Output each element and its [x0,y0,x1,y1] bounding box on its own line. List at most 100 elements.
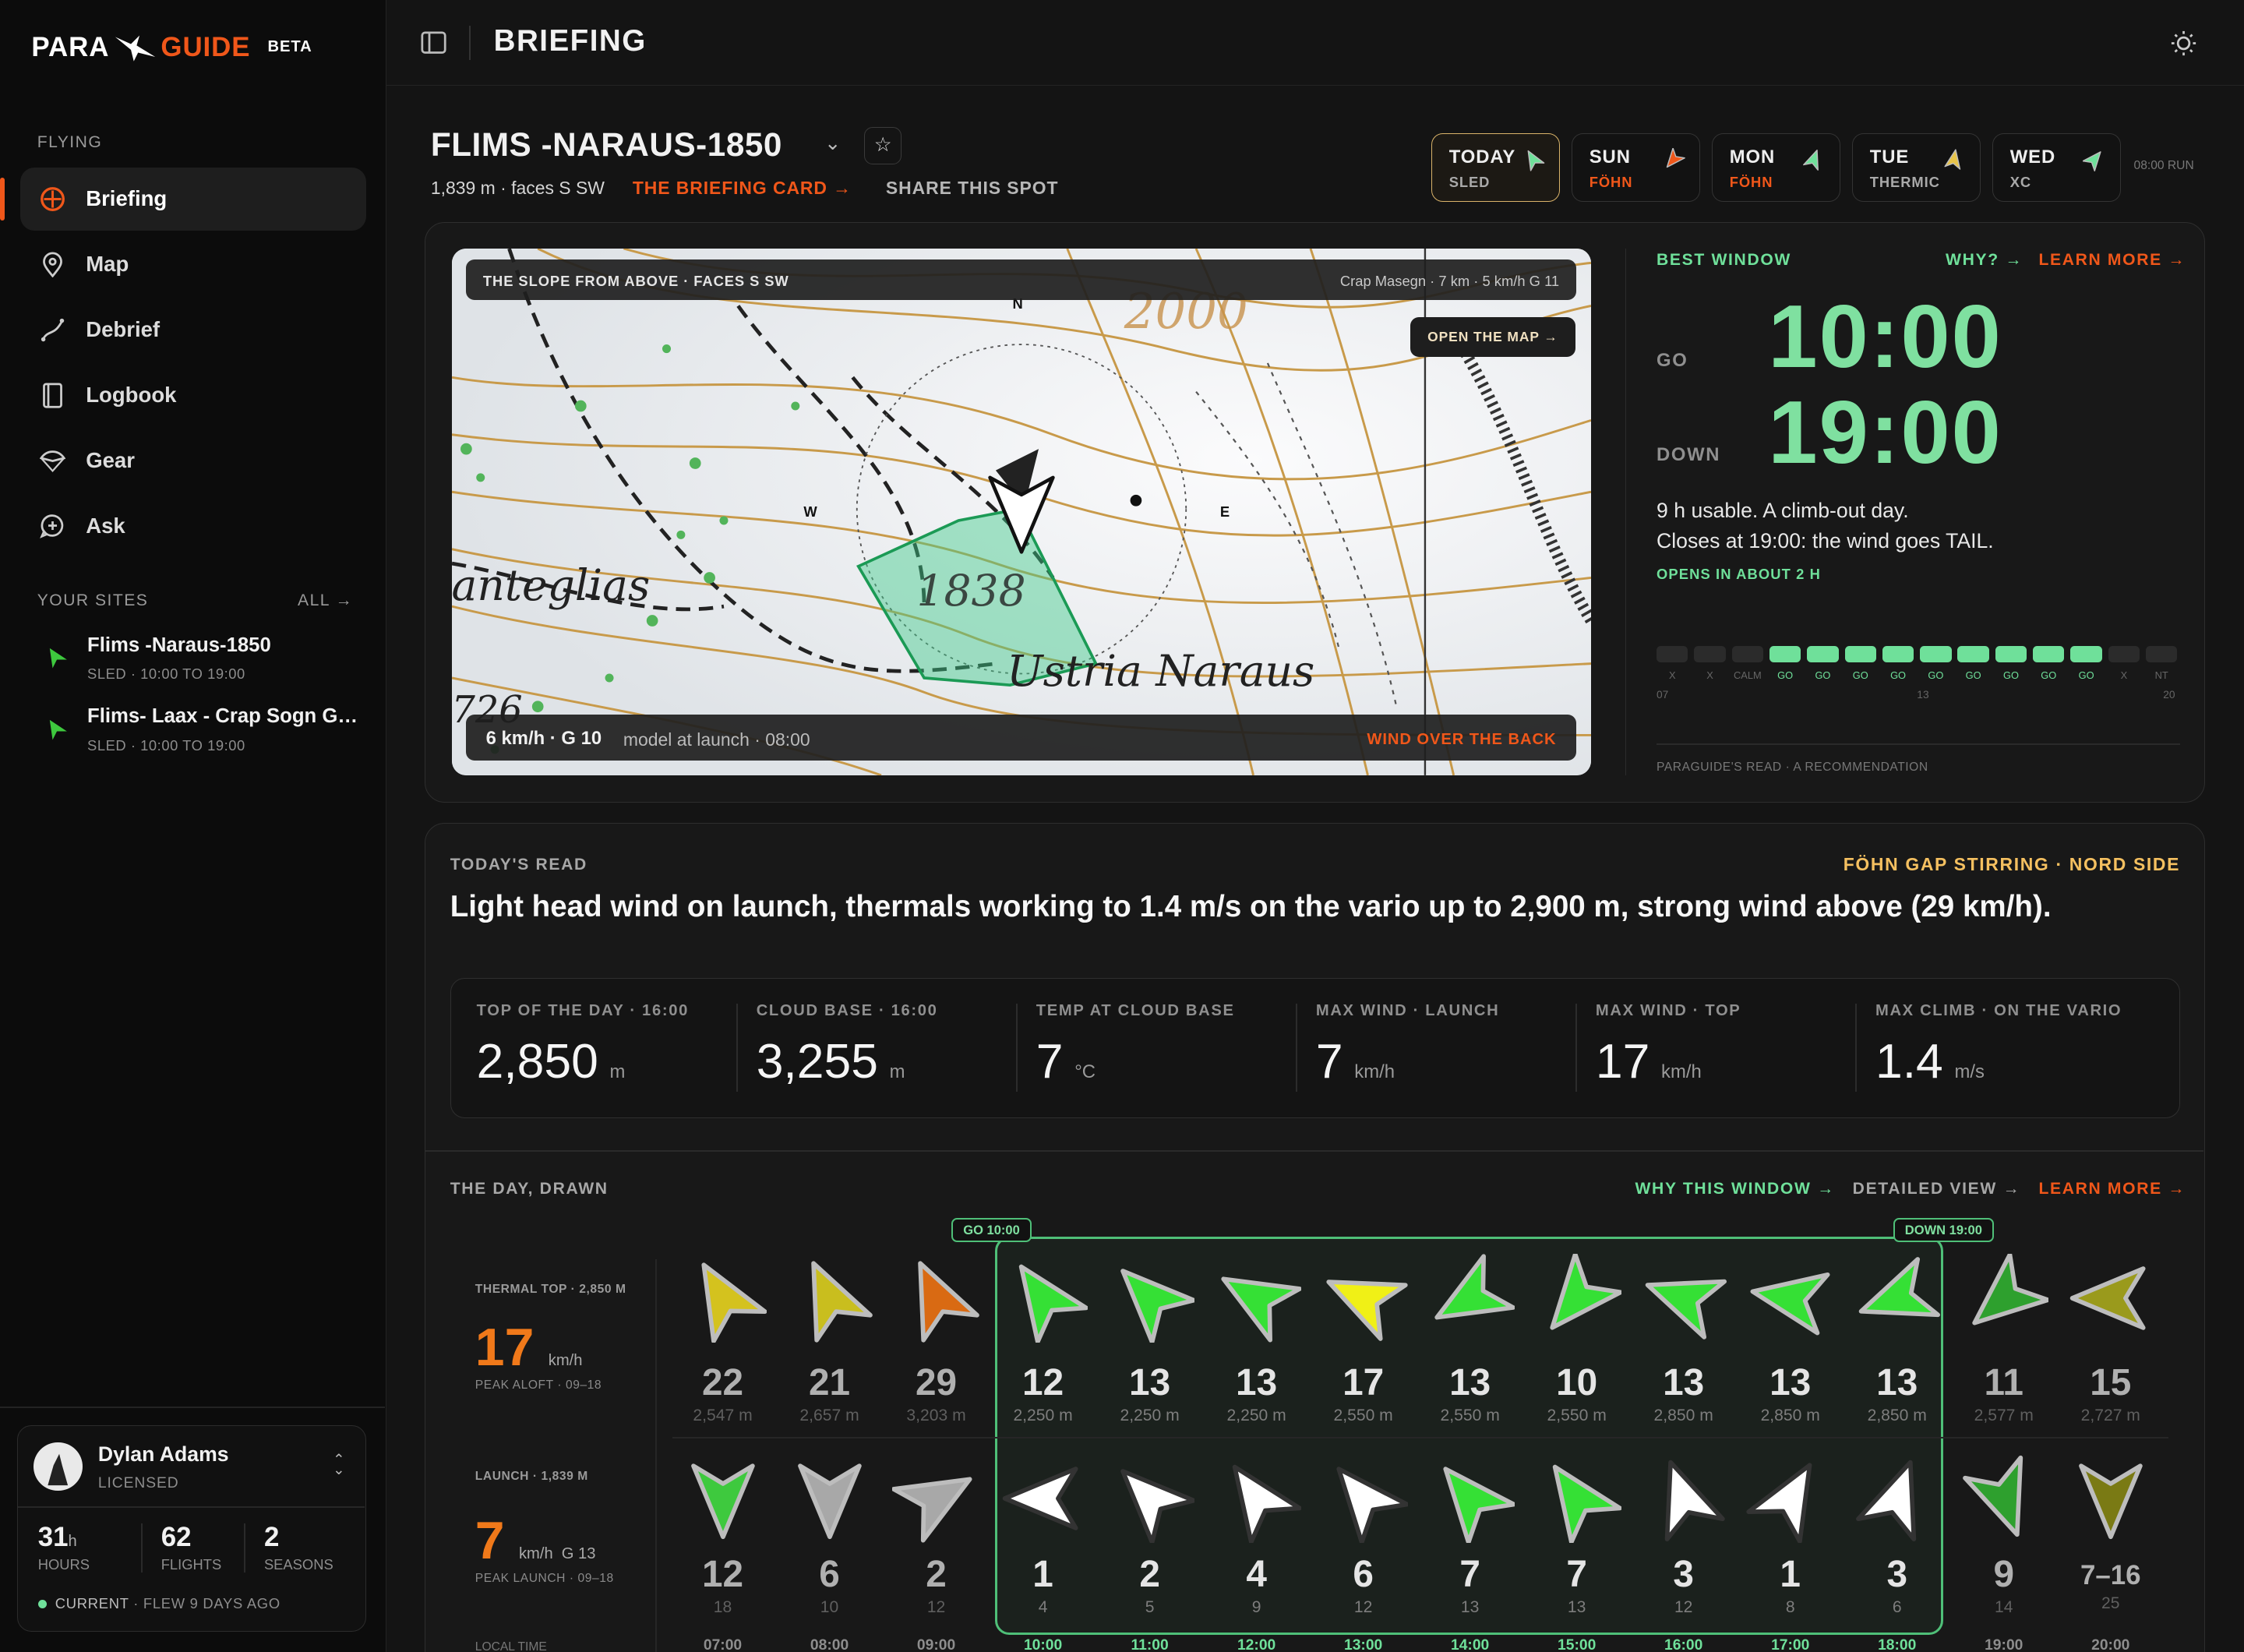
thermal-hour[interactable]: 13 2,550 m [1420,1361,1520,1426]
thermal-altitude: 2,850 m [1867,1407,1927,1425]
launch-speed: 2 [1139,1553,1160,1595]
nav-item-ask[interactable]: Ask [20,495,366,558]
launch-hour[interactable]: 7 13 [1526,1553,1627,1618]
nav-item-logbook[interactable]: Logbook [20,364,366,427]
learn-more-link[interactable]: LEARN MORE → [2038,1180,2186,1198]
thermal-speed: 13 [1449,1361,1491,1403]
launch-hour[interactable]: 2 12 [886,1553,986,1618]
slope-map[interactable]: 2000 anteglias 1838 Ustria Naraus 726 N … [451,248,1591,775]
nav-label: Debrief [86,317,161,342]
launch-wind-arrow-icon [1855,1460,1916,1542]
stat-title: CLOUD BASE · 16:00 [756,1001,938,1019]
hour-bar [1844,646,1876,662]
thermal-hour[interactable]: 12 2,250 m [993,1361,1093,1426]
nav-item-debrief[interactable]: Debrief [20,298,366,362]
hour-label: 13:00 [1343,1637,1383,1652]
page-title: BRIEFING [493,24,647,58]
book-icon [40,383,65,408]
window-closing: Closes at 19:00: the wind goes TAIL. [1657,528,1994,552]
launch-hour[interactable]: 49 [1206,1553,1307,1618]
hour-label: 12:00 [1237,1637,1276,1652]
day-button-mon[interactable]: MON FÖHN [1711,132,1840,202]
briefing-card: 2000 anteglias 1838 Ustria Naraus 726 N … [425,221,2206,803]
star-icon: ☆ [873,134,892,157]
day-button-wed[interactable]: WED XC [1992,132,2121,202]
thermal-speed: 15 [2090,1361,2132,1403]
thermal-altitude: 2,250 m [1226,1407,1286,1425]
hour-bar-label: GO [1852,669,1868,681]
why-link[interactable]: WHY? → [1946,251,2023,270]
open-map-button[interactable]: OPEN THE MAP → [1410,316,1575,358]
thermal-wind-arrow-icon [1018,1264,1088,1343]
site-dropdown-chevron-icon[interactable]: ⌄ [824,132,842,155]
chevron-updown-icon[interactable]: ⌃ ⌄ [333,1452,344,1476]
launch-hour[interactable]: 7–16 25 [2060,1553,2161,1613]
stat-unit: °C [1074,1061,1096,1083]
thermal-hour[interactable]: 13 2,250 m [1206,1361,1307,1426]
thermal-hour[interactable]: 10 2,550 m [1526,1361,1627,1426]
launch-hour[interactable]: 3 12 [1633,1553,1734,1618]
day-button-sun[interactable]: SUN FÖHN [1571,132,1700,202]
sidebar-toggle-icon[interactable] [421,31,446,55]
nav-label: Map [86,252,129,277]
launch-hour[interactable]: 36 [1847,1553,1947,1618]
thermal-hour[interactable]: 13 2,850 m [1740,1361,1840,1426]
thermal-hour[interactable]: 29 3,203 m [886,1361,986,1426]
launch-hour[interactable]: 6 12 [1313,1553,1413,1618]
theme-toggle-icon[interactable] [2171,30,2196,56]
thermal-hour[interactable]: 17 2,550 m [1313,1361,1413,1426]
nav-item-gear[interactable]: Gear [20,429,366,492]
site-window: SLED · 10:00 TO 19:00 [87,665,245,683]
launch-hour[interactable]: 7 13 [1420,1553,1520,1618]
thermal-hour[interactable]: 15 2,727 m [2060,1361,2161,1426]
thermal-wind-arrow-icon [1434,1254,1515,1320]
thermal-hour[interactable]: 13 2,850 m [1847,1361,1947,1426]
briefing-card-link[interactable]: THE BRIEFING CARD → [633,178,852,199]
stat-unit: m [889,1061,905,1083]
thermal-speed: 13 [1876,1361,1918,1403]
top-bar: BRIEFING [386,0,2244,86]
hour-label: 10:00 [1023,1637,1063,1652]
learn-more-link[interactable]: LEARN MORE → [2038,251,2186,270]
launch-hour[interactable]: 12 18 [672,1553,773,1618]
why-window-link[interactable]: WHY THIS WINDOW → [1635,1180,1834,1198]
launch-hour[interactable]: 14 [993,1553,1093,1618]
day-summary: THERMIC [1869,174,1940,191]
map-wind-value: 6 km/h · G 10 [485,728,602,749]
thermal-hour[interactable]: 22 2,547 m [672,1361,773,1426]
route-icon [40,317,65,343]
launch-wind-arrow-icon [1552,1464,1621,1543]
launch-hour[interactable]: 6 10 [779,1553,880,1618]
site-arrow-icon [50,719,68,740]
divider [1296,1003,1297,1093]
share-spot-link[interactable]: SHARE THIS SPOT [886,178,1059,199]
nav-item-map[interactable]: Map [20,233,366,296]
thermal-altitude: 2,550 m [1547,1407,1607,1425]
launch-hour[interactable]: 18 [1740,1553,1840,1618]
divider [1855,1003,1858,1093]
day-button-today[interactable]: TODAY SLED [1431,132,1560,202]
map-label-ustria-naraus: Ustria Naraus [1007,646,1315,697]
down-time: 19:00 [1768,383,2002,482]
eagle-logo-icon [115,35,156,62]
map-caption-bar: THE SLOPE FROM ABOVE · FACES S SW Crap M… [465,259,1577,300]
thermal-hour[interactable]: 21 2,657 m [779,1361,880,1426]
read-tag: FÖHN GAP STIRRING · NORD SIDE [1843,853,2181,874]
launch-hour[interactable]: 9 14 [1953,1553,2054,1618]
app-logo[interactable]: PARA GUIDE BETA [31,31,312,62]
sites-all-link[interactable]: ALL → [298,591,353,610]
thermal-hour[interactable]: 11 2,577 m [1953,1361,2054,1426]
day-button-tue[interactable]: TUE THERMIC [1851,132,1981,202]
paraglider-icon [40,448,66,474]
user-card[interactable]: Dylan Adams LICENSED ⌃ ⌄ 31h HOURS 62 FLIGH… [17,1425,367,1632]
thermal-hour[interactable]: 13 2,850 m [1633,1361,1734,1426]
nav-item-briefing[interactable]: Briefing [19,167,367,231]
thermal-hour[interactable]: 13 2,250 m [1099,1361,1200,1426]
map-caption: THE SLOPE FROM ABOVE · FACES S SW [482,272,789,289]
detailed-view-link[interactable]: DETAILED VIEW → [1853,1180,2021,1198]
stat-tile: MAX WIND · LAUNCH 7 km/h [1316,1002,1595,1089]
launch-gust: 4 [1038,1598,1048,1617]
site-name: Flims -Naraus-1850 [87,634,271,656]
launch-hour[interactable]: 25 [1099,1553,1200,1618]
favorite-star-button[interactable]: ☆ [864,127,902,165]
